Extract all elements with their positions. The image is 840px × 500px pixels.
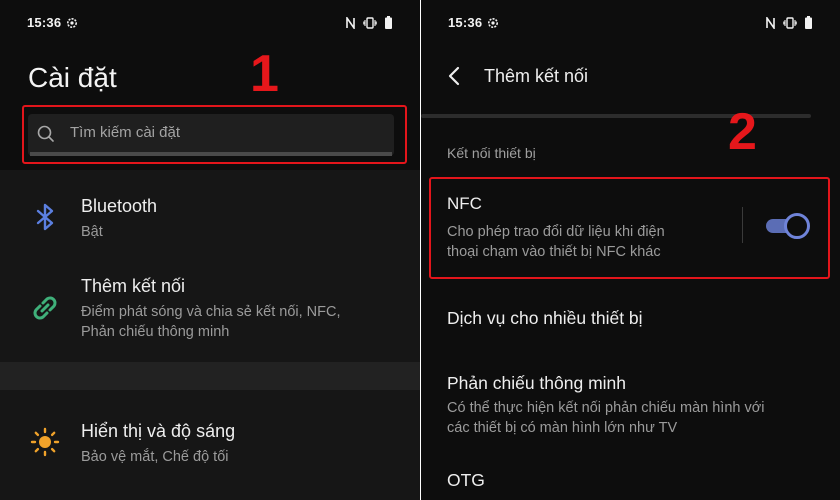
highlight-box-nfc — [429, 177, 830, 279]
status-time: 15:36 — [27, 15, 62, 30]
settings-group — [0, 390, 420, 500]
vibrate-icon — [363, 16, 377, 29]
highlight-box-search — [22, 105, 407, 164]
item-title: Hiển thị và độ sáng — [81, 421, 236, 441]
group-divider — [0, 362, 420, 390]
item-title: Phản chiếu thông minh — [447, 373, 627, 393]
settings-screen: 15:36 Cài đặt Tìm kiếm cài đặt Bluetooth… — [0, 0, 420, 500]
back-arrow-icon[interactable] — [446, 66, 462, 86]
item-subtitle: Bật — [81, 224, 103, 240]
item-subtitle: Có thể thực hiện kết nối phản chiếu màn … — [447, 400, 765, 416]
battery-icon — [385, 16, 392, 29]
nfc-status-icon — [766, 16, 775, 29]
page-title: Cài đặt — [28, 62, 117, 93]
item-title: Dịch vụ cho nhiều thiết bị — [447, 308, 643, 328]
item-subtitle: các thiết bị có màn hình lớn như TV — [447, 420, 678, 436]
bluetooth-icon — [36, 203, 54, 231]
section-label: Kết nối thiết bị — [447, 145, 536, 161]
status-bar: 15:36 — [0, 14, 420, 34]
item-title: Thêm kết nối — [81, 276, 186, 296]
step-number-2: 2 — [728, 103, 757, 161]
item-subtitle: Điểm phát sóng và chia sẻ kết nối, NFC, — [81, 304, 341, 320]
step-number-1: 1 — [250, 45, 279, 103]
sun-icon — [30, 427, 60, 457]
item-subtitle: Bảo vệ mắt, Chế độ tối — [81, 449, 229, 465]
page-title: Thêm kết nối — [484, 66, 589, 86]
gear-icon — [67, 18, 77, 28]
status-time: 15:36 — [448, 15, 483, 30]
item-title: Bluetooth — [81, 196, 158, 216]
gear-icon — [488, 18, 498, 28]
vibrate-icon — [783, 16, 797, 29]
item-subtitle: Phản chiếu thông minh — [81, 324, 230, 340]
item-title: OTG — [447, 470, 485, 490]
status-bar: 15:36 — [421, 14, 840, 34]
nfc-status-icon — [346, 16, 355, 29]
link-icon — [33, 296, 57, 320]
battery-icon — [805, 16, 812, 29]
